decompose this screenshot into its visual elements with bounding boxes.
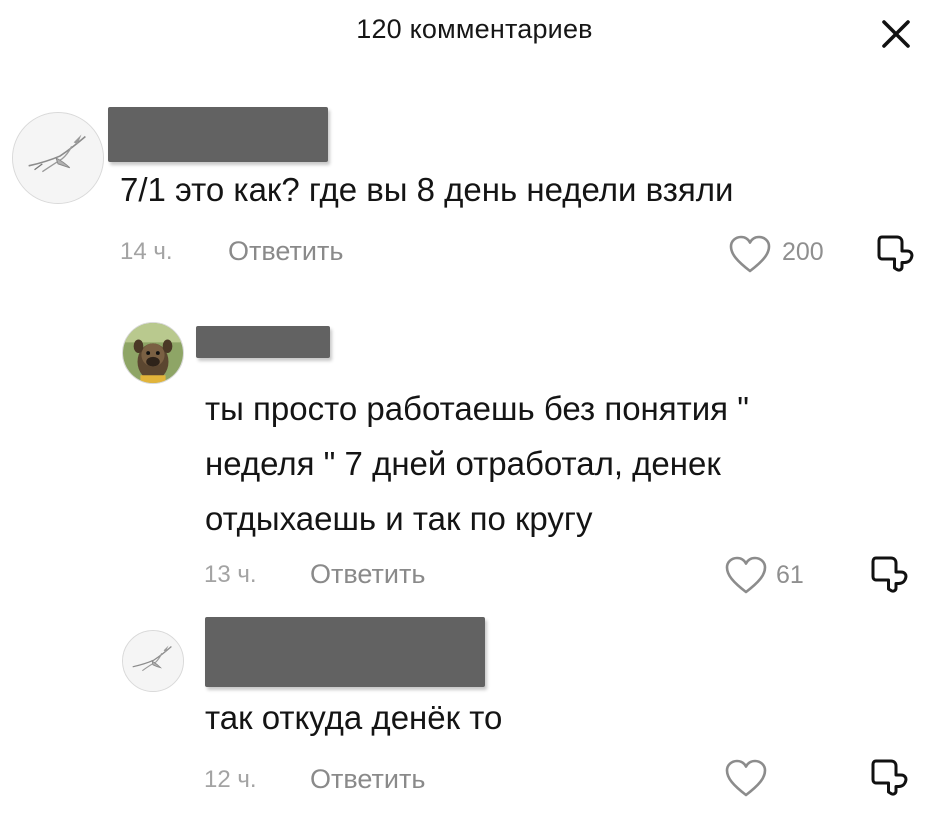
redacted-username[interactable] (108, 107, 328, 162)
comments-panel: 120 комментариев 7/1 это как? где вы 8 д… (0, 0, 949, 822)
comment-time: 12 ч. (204, 766, 257, 793)
commenter-avatar[interactable] (12, 112, 104, 204)
comment-time: 13 ч. (204, 561, 257, 588)
commenter-avatar[interactable] (122, 322, 184, 384)
heart-outline-icon[interactable] (728, 234, 772, 274)
thumbs-down-icon[interactable] (874, 232, 916, 274)
reply-button[interactable]: Ответить (310, 559, 425, 590)
bird-sketch-icon (123, 631, 183, 691)
close-button[interactable] (872, 10, 920, 58)
like-count: 61 (776, 561, 804, 589)
heart-outline-icon[interactable] (724, 555, 768, 595)
like-count: 200 (782, 238, 824, 266)
dog-photo-icon (123, 323, 183, 383)
comment-text: ты просто работаешь без понятия " неделя… (205, 390, 749, 537)
reply-button[interactable]: Ответить (228, 236, 343, 267)
comments-count-title: 120 комментариев (356, 14, 593, 44)
thumbs-down-icon[interactable] (868, 756, 910, 798)
comment-text: так откуда денёк то (205, 699, 503, 736)
heart-outline-icon[interactable] (724, 758, 768, 798)
commenter-avatar[interactable] (122, 630, 184, 692)
reply-button[interactable]: Ответить (310, 764, 425, 795)
close-icon (882, 20, 910, 48)
redacted-username[interactable] (196, 326, 330, 358)
comment-text: 7/1 это как? где вы 8 день недели взяли (120, 171, 734, 208)
comment-time: 14 ч. (120, 238, 173, 265)
bird-sketch-icon (13, 113, 103, 203)
redacted-username[interactable] (205, 617, 485, 687)
thumbs-down-icon[interactable] (868, 553, 910, 595)
